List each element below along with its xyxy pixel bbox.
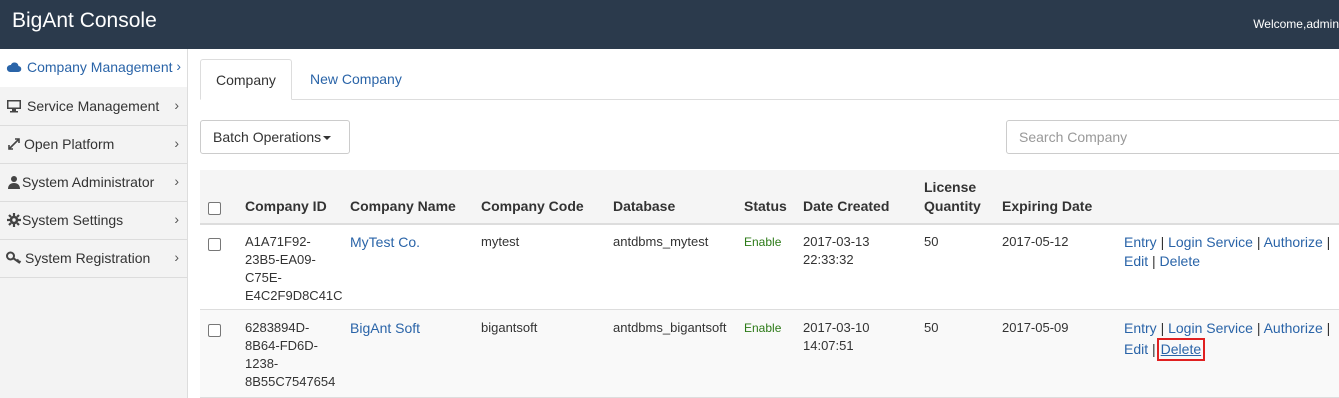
login-service-link[interactable]: Login Service <box>1168 234 1253 250</box>
license-quantity: 50 <box>924 320 939 335</box>
row-actions: Entry | Login Service | Authorize | Edit… <box>1124 319 1330 361</box>
entry-link[interactable]: Entry <box>1124 234 1157 250</box>
authorize-link[interactable]: Authorize <box>1264 234 1323 250</box>
date-created: 2017-03-13 22:33:32 <box>803 234 870 267</box>
expiring-date: 2017-05-09 <box>1002 320 1069 335</box>
table-row: A1A71F92- 23B5-EA09- C75E- E4C2F9D8C41C MyT… <box>200 225 1339 310</box>
chevron-right-icon: › <box>174 249 179 265</box>
search-input[interactable] <box>1006 120 1339 154</box>
table-row: 6283894D- 8B64-FD6D- 1238- 8B55C7547654 Big… <box>200 310 1339 398</box>
batch-operations-label: Batch Operations <box>213 129 322 145</box>
company-code: bigantsoft <box>481 320 538 335</box>
table-header: Company ID Company Name Company Code Dat… <box>200 170 1339 225</box>
expand-arrows-icon <box>5 137 22 153</box>
authorize-link[interactable]: Authorize <box>1264 320 1323 336</box>
user-icon <box>5 175 22 191</box>
status-badge: Enable <box>744 235 782 249</box>
tab-bar: Company New Company <box>200 59 1339 100</box>
monitor-icon <box>5 99 22 115</box>
sidebar-item-label: System Settings <box>22 212 124 228</box>
cloud-icon <box>5 60 22 76</box>
edit-link[interactable]: Edit <box>1124 341 1148 357</box>
chevron-right-icon: › <box>174 97 179 113</box>
chevron-right-icon: › <box>174 211 179 227</box>
header-company-name[interactable]: Company Name <box>350 197 456 216</box>
company-id: A1A71F92- 23B5-EA09- C75E- E4C2F9D8C41C <box>245 234 343 303</box>
header-expiring-date[interactable]: Expiring Date <box>1002 197 1092 216</box>
login-service-link[interactable]: Login Service <box>1168 320 1253 336</box>
company-code: mytest <box>481 234 520 249</box>
license-quantity: 50 <box>924 234 939 249</box>
company-name-link[interactable]: BigAnt Soft <box>350 319 420 337</box>
gear-icon <box>5 213 22 229</box>
sidebar-item-company-management[interactable]: Company Management › <box>0 49 187 87</box>
sidebar-item-label: Company Management <box>27 59 173 75</box>
status-badge: Enable <box>744 321 782 335</box>
chevron-right-icon: › <box>174 135 179 151</box>
company-id: 6283894D- 8B64-FD6D- 1238- 8B55C7547654 <box>245 320 336 389</box>
sidebar-item-label: Service Management <box>27 98 160 114</box>
sidebar-item-system-administrator[interactable]: System Administrator › <box>0 164 187 202</box>
row-checkbox[interactable] <box>208 324 221 337</box>
sidebar-item-label: System Registration <box>25 250 151 266</box>
header-company-id[interactable]: Company ID <box>245 197 327 216</box>
welcome-text[interactable]: Welcome,admin <box>1253 17 1339 31</box>
top-bar: BigAnt Console Welcome,admin <box>0 0 1339 49</box>
database-name: antdbms_bigantsoft <box>613 320 727 335</box>
select-all-checkbox[interactable] <box>208 202 221 215</box>
expiring-date: 2017-05-12 <box>1002 234 1069 249</box>
sidebar-item-system-registration[interactable]: System Registration › <box>0 240 187 278</box>
entry-link[interactable]: Entry <box>1124 320 1157 336</box>
sidebar-item-label: Open Platform <box>24 136 115 152</box>
sidebar-item-service-management[interactable]: Service Management › <box>0 88 187 126</box>
header-status[interactable]: Status <box>744 197 787 216</box>
header-database[interactable]: Database <box>613 197 675 216</box>
sidebar-item-system-settings[interactable]: System Settings › <box>0 202 187 240</box>
caret-down-icon <box>323 136 332 141</box>
header-license-quantity[interactable]: License Quantity <box>924 178 981 216</box>
chevron-right-icon: › <box>176 58 181 74</box>
sidebar: Company Management › Service Management … <box>0 49 188 398</box>
tab-company[interactable]: Company <box>200 59 292 100</box>
app-title: BigAnt Console <box>12 9 157 32</box>
delete-link[interactable]: Delete <box>1160 253 1200 269</box>
company-name-link[interactable]: MyTest Co. <box>350 233 420 251</box>
key-icon <box>5 251 22 267</box>
row-checkbox[interactable] <box>208 238 221 251</box>
row-actions: Entry | Login Service | Authorize | Edit… <box>1124 234 1331 269</box>
delete-highlight-box: Delete <box>1156 338 1206 361</box>
header-date-created[interactable]: Date Created <box>803 197 889 216</box>
tab-new-company[interactable]: New Company <box>295 59 417 100</box>
header-company-code[interactable]: Company Code <box>481 197 584 216</box>
delete-link[interactable]: Delete <box>1161 341 1201 357</box>
database-name: antdbms_mytest <box>613 234 709 249</box>
edit-link[interactable]: Edit <box>1124 253 1148 269</box>
sidebar-item-label: System Administrator <box>22 174 155 190</box>
date-created: 2017-03-10 14:07:51 <box>803 320 870 353</box>
sidebar-item-open-platform[interactable]: Open Platform › <box>0 126 187 164</box>
batch-operations-button[interactable]: Batch Operations <box>200 120 350 154</box>
chevron-right-icon: › <box>174 173 179 189</box>
